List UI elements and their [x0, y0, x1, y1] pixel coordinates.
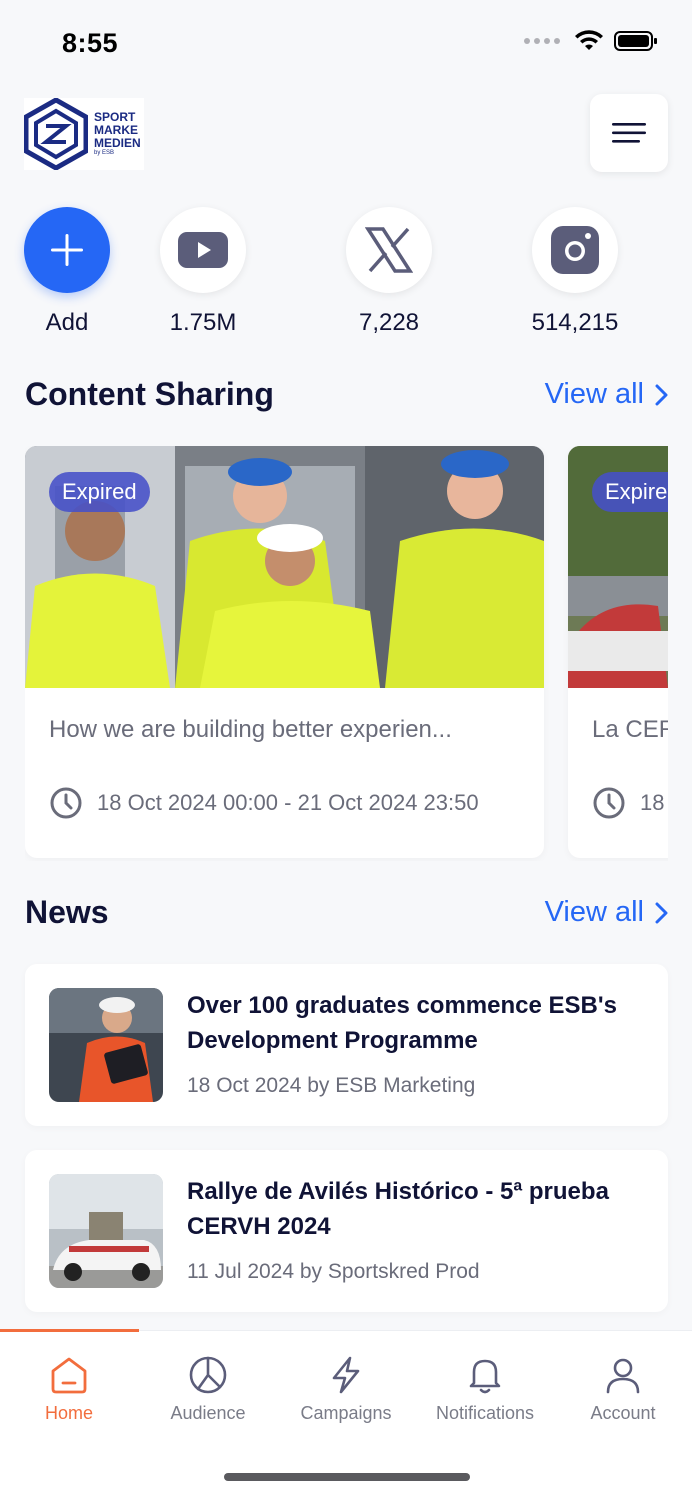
youtube-icon — [178, 232, 228, 268]
active-tab-indicator — [0, 1329, 139, 1332]
content-card-image: Expired — [568, 446, 668, 688]
nav-home[interactable]: Home — [0, 1355, 138, 1424]
news-thumbnail — [49, 988, 163, 1102]
wifi-icon — [575, 30, 603, 50]
news-item[interactable]: Rallye de Avilés Histórico - 5ª prueba C… — [25, 1150, 668, 1312]
social-stats-row: Add 1.75M 7,228 514,215 — [0, 207, 692, 347]
content-card[interactable]: Expired How we are building better exper… — [25, 446, 544, 858]
youtube-circle[interactable] — [160, 207, 246, 293]
user-icon — [606, 1358, 640, 1394]
news-item-meta: 18 Oct 2024 by ESB Marketing — [187, 1074, 476, 1097]
news-item-title: Over 100 graduates commence ESB's Develo… — [187, 992, 617, 1054]
nav-home-label: Home — [44, 1403, 93, 1423]
content-carousel[interactable]: Expired How we are building better exper… — [25, 446, 668, 861]
logo-text: SPORT MARKE MEDIEN by ESB — [94, 110, 141, 157]
nav-campaigns[interactable]: Campaigns — [277, 1355, 415, 1424]
nav-audience[interactable]: Audience — [139, 1355, 277, 1424]
add-circle[interactable] — [24, 207, 110, 293]
add-label: Add — [45, 309, 89, 336]
nav-campaigns-label: Campaigns — [300, 1403, 392, 1423]
logo-mark-icon — [24, 98, 88, 170]
news-title: News — [25, 894, 109, 930]
status-bar: 8:55 — [0, 0, 692, 90]
youtube-count: 1.75M — [169, 309, 237, 336]
lightning-icon — [332, 1356, 360, 1394]
nav-audience-label: Audience — [170, 1403, 246, 1423]
instagram-count: 514,215 — [531, 309, 619, 336]
instagram-circle[interactable] — [532, 207, 618, 293]
instagram-stat[interactable]: 514,215 — [510, 207, 640, 337]
hamburger-icon — [612, 123, 646, 143]
plus-icon — [51, 234, 83, 266]
content-card-title: La CERVH — [592, 716, 668, 743]
date-range-text: 18 Oct 2024 00:00 - 21 Oct 2024 23:50 — [97, 790, 479, 815]
add-account-button[interactable]: Add — [2, 207, 132, 337]
menu-button[interactable] — [590, 94, 668, 172]
brand-logo: SPORT MARKE MEDIEN by ESB — [24, 98, 144, 170]
news-header: News View all — [25, 894, 668, 931]
x-stat[interactable]: 7,228 — [324, 207, 454, 337]
home-icon — [51, 1357, 87, 1394]
news-item[interactable]: Over 100 graduates commence ESB's Develo… — [25, 964, 668, 1126]
content-sharing-header: Content Sharing View all — [25, 376, 668, 413]
youtube-stat[interactable]: 1.75M — [138, 207, 268, 337]
x-count: 7,228 — [358, 309, 420, 336]
view-all-label: View all — [544, 896, 644, 928]
nav-account[interactable]: Account — [554, 1355, 692, 1424]
content-sharing-title: Content Sharing — [25, 376, 274, 412]
chevron-right-icon — [655, 384, 668, 405]
date-range-text: 18 — [640, 790, 665, 815]
content-sharing-view-all[interactable]: View all — [545, 378, 668, 411]
status-icons — [524, 30, 658, 52]
nav-notifications[interactable]: Notifications — [416, 1355, 554, 1424]
view-all-label: View all — [544, 378, 644, 410]
status-time: 8:55 — [62, 28, 119, 58]
nav-account-label: Account — [590, 1403, 656, 1423]
bell-icon — [469, 1359, 501, 1394]
expired-badge: Expired — [592, 472, 668, 512]
content-card-title: How we are building better experien... — [49, 716, 452, 743]
news-item-meta: 11 Jul 2024 by Sportskred Prod — [187, 1260, 480, 1283]
clock-icon — [50, 787, 82, 819]
content-card-image: Expired — [25, 446, 544, 688]
home-indicator[interactable] — [224, 1473, 470, 1481]
instagram-icon — [551, 226, 599, 274]
content-card[interactable]: Expired La CERVH 18 — [568, 446, 668, 858]
news-thumbnail — [49, 1174, 163, 1288]
signal-icon — [524, 38, 560, 44]
content-card-date: 18 Oct 2024 00:00 - 21 Oct 2024 23:50 — [49, 786, 479, 820]
battery-icon — [614, 31, 657, 51]
news-view-all[interactable]: View all — [545, 896, 668, 929]
news-item-title: Rallye de Avilés Histórico - 5ª prueba C… — [187, 1178, 609, 1240]
x-circle[interactable] — [346, 207, 432, 293]
chevron-right-icon — [655, 902, 668, 923]
nav-notifications-label: Notifications — [435, 1403, 535, 1423]
expired-badge: Expired — [49, 472, 150, 512]
content-card-date: 18 — [592, 786, 664, 820]
x-icon — [365, 227, 413, 273]
pie-chart-icon — [189, 1356, 227, 1394]
clock-icon — [593, 787, 625, 819]
